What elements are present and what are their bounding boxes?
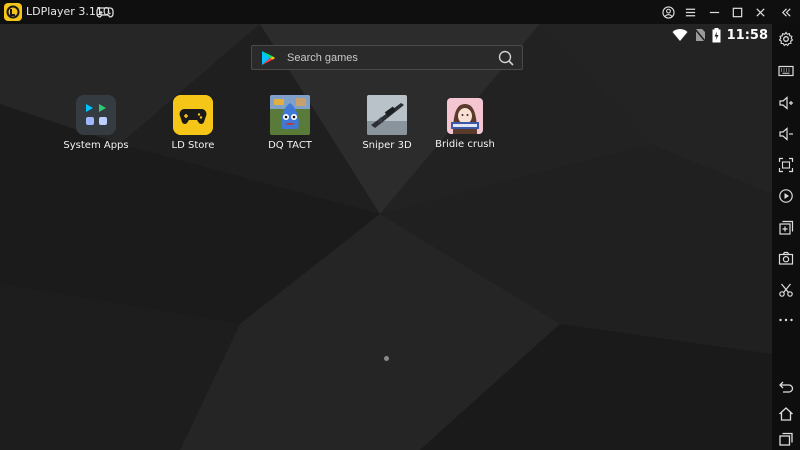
more-icon [779,318,793,322]
minimize-icon [709,11,719,13]
record-button[interactable] [776,186,796,206]
hamburger-menu-icon [685,8,695,16]
right-toolbar [772,24,800,450]
status-bar: 11:58 [672,27,768,43]
page-indicator-dot [384,356,389,361]
ldplayer-logo-icon [4,3,22,21]
status-clock: 11:58 [726,27,768,43]
volume-up-button[interactable] [776,93,796,113]
app-label: LD Store [171,140,215,151]
app-label: DQ TACT [268,140,312,151]
double-chevron-left-icon [781,7,791,17]
screenshot-button[interactable] [776,248,796,268]
scissors-button[interactable] [776,280,796,300]
search-input[interactable]: Search games [287,52,358,64]
maximize-icon [732,7,742,17]
recents-button[interactable] [776,429,796,449]
menu-button[interactable] [679,0,701,24]
scissors-icon [779,283,793,297]
app-system-apps[interactable]: System Apps [56,95,136,151]
home-button[interactable] [776,404,796,424]
app-dq-tact[interactable]: DQ TACT [250,95,330,151]
record-icon [779,189,793,203]
wallpaper [0,24,772,450]
more-button[interactable] [776,310,796,330]
app-label: Bridie crush [435,139,495,150]
volume-down-icon [779,127,793,141]
maximize-button[interactable] [726,0,748,24]
title-bar: LDPlayer 3.110 [0,0,800,24]
fullscreen-button[interactable] [776,155,796,175]
back-icon [779,381,794,393]
account-button[interactable] [657,0,679,24]
close-button[interactable] [749,0,771,24]
google-play-icon [262,51,275,65]
search-bar[interactable]: Search games [251,45,523,70]
ld-store-icon [173,95,213,135]
battery-charging-icon [712,27,721,42]
android-screen[interactable]: 11:58 Search games System Apps LD Store … [0,24,772,450]
keyboard-button[interactable] [776,61,796,81]
recents-icon [779,432,793,446]
app-ld-store[interactable]: LD Store [153,95,233,151]
app-label: Sniper 3D [362,140,412,151]
screenshot-icon [778,251,794,265]
app-sniper-3d[interactable]: Sniper 3D [347,95,427,151]
account-icon [661,5,675,19]
volume-up-icon [779,96,793,110]
keyboard-icon [778,65,794,77]
settings-icon [778,31,794,47]
no-sim-icon [694,28,706,42]
sniper-3d-icon [367,95,407,135]
add-apk-icon [779,220,794,235]
bridie-crush-icon [447,98,483,134]
dq-tact-icon [270,95,310,135]
search-icon[interactable] [498,50,514,66]
wifi-icon [672,29,688,41]
add-apk-button[interactable] [776,218,796,238]
app-label: System Apps [63,140,129,151]
minimize-button[interactable] [703,0,725,24]
close-icon [755,7,765,17]
settings-button[interactable] [776,29,796,49]
gamepad-icon[interactable] [96,4,114,20]
collapse-sidebar-button[interactable] [775,0,797,24]
fullscreen-icon [778,157,794,173]
system-apps-icon [76,95,116,135]
home-icon [779,407,793,421]
back-button[interactable] [776,377,796,397]
volume-down-button[interactable] [776,124,796,144]
app-bridie-crush[interactable]: Bridie crush [425,98,505,150]
